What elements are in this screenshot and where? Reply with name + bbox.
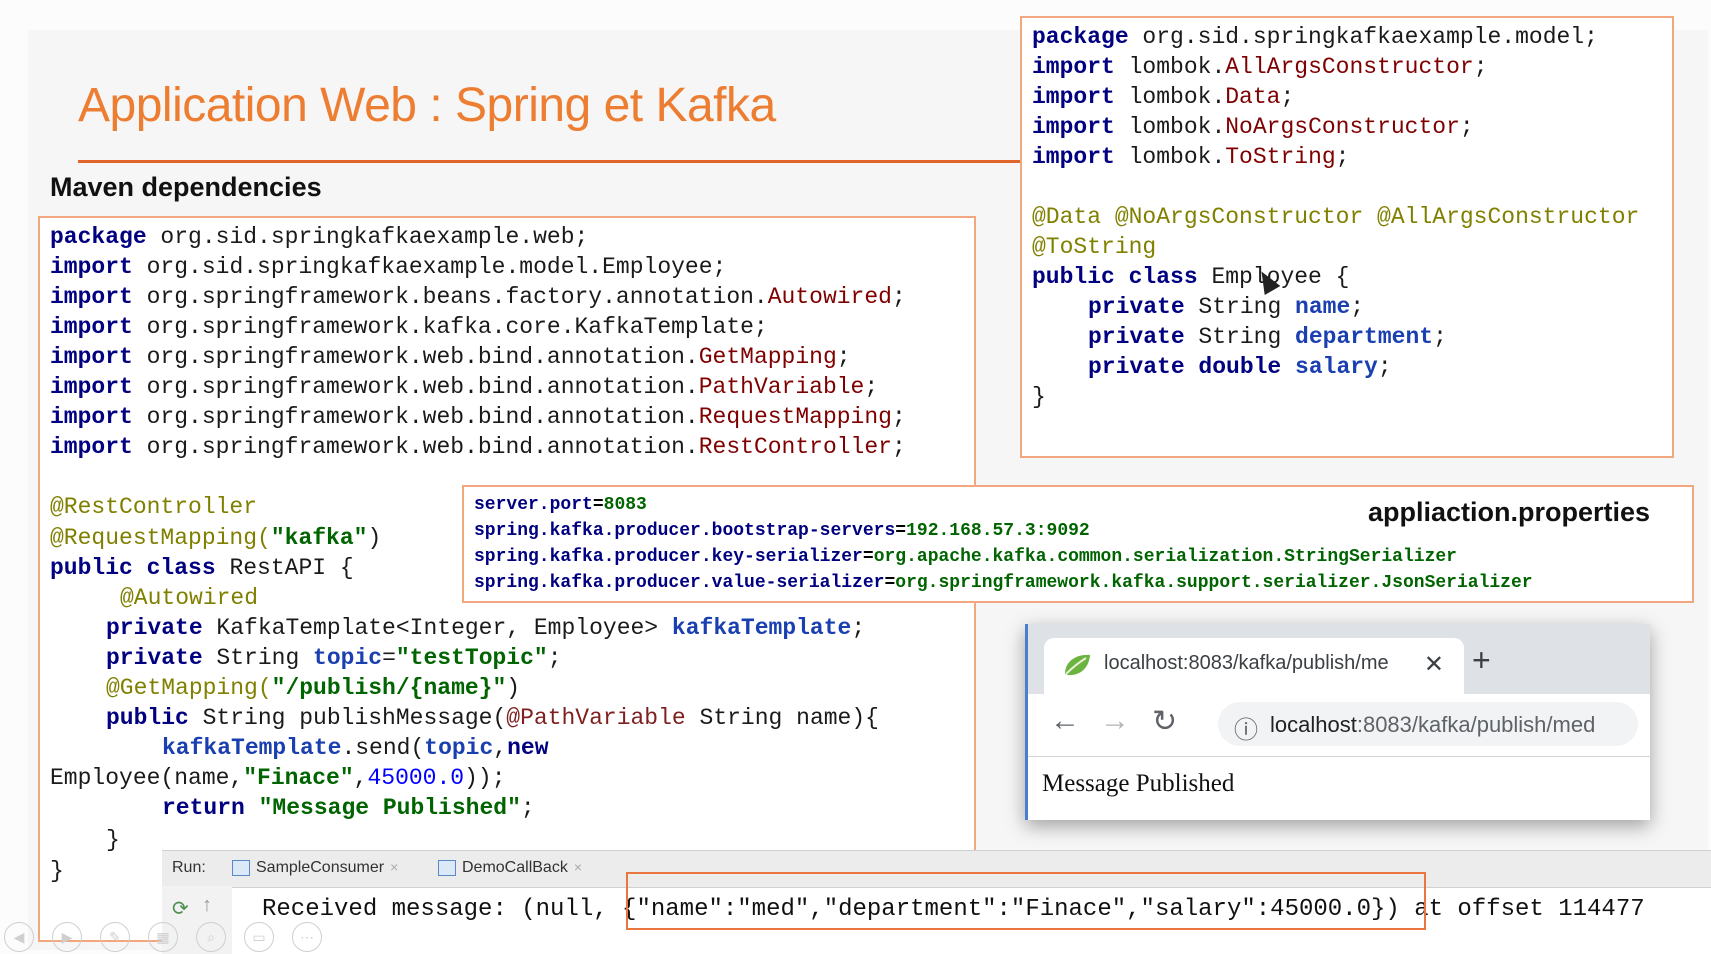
close-icon[interactable]: ×	[390, 859, 398, 875]
code-line: private String name;	[1088, 294, 1365, 320]
code-line: import org.springframework.web.bind.anno…	[50, 404, 906, 430]
code-line: kafkaTemplate.send(topic,new	[162, 735, 549, 761]
address-bar[interactable]: ⓘ localhost:8083/kafka/publish/med	[1218, 702, 1638, 746]
code-line: public class RestAPI {	[50, 555, 354, 581]
browser-window: localhost:8083/kafka/publish/me ✕ + ← → …	[1025, 624, 1650, 820]
screen-icon[interactable]: ▭	[244, 922, 274, 952]
new-tab-button[interactable]: +	[1472, 642, 1491, 679]
code-line: @RestController	[50, 494, 258, 520]
property-line: server.port=8083	[474, 495, 647, 515]
code-line: @Autowired	[120, 585, 259, 611]
code-line: import org.springframework.beans.factory…	[50, 284, 906, 310]
property-line: spring.kafka.producer.bootstrap-servers=…	[474, 521, 1090, 541]
code-line: }	[1032, 384, 1046, 410]
page-content-text: Message Published	[1042, 770, 1235, 797]
code-line: import org.springframework.web.bind.anno…	[50, 434, 906, 460]
pen-icon[interactable]: ✎	[100, 922, 130, 952]
title-underline	[78, 160, 1020, 163]
tab-title: localhost:8083/kafka/publish/me	[1104, 652, 1389, 674]
slides-icon[interactable]: ▦	[148, 922, 178, 952]
up-arrow-icon[interactable]: ↑	[202, 894, 212, 917]
code-line: public String publishMessage(@PathVariab…	[106, 705, 879, 731]
code-line: }	[106, 827, 120, 853]
code-line: import lombok.AllArgsConstructor;	[1032, 54, 1488, 80]
spring-leaf-icon	[1065, 654, 1090, 676]
back-icon[interactable]: ←	[1050, 704, 1080, 738]
code-line: @RequestMapping("kafka")	[50, 525, 382, 551]
slide-subtitle: Maven dependencies	[50, 172, 322, 202]
url-text: localhost:8083/kafka/publish/med	[1270, 712, 1596, 737]
reload-icon[interactable]: ↻	[1152, 704, 1177, 739]
browser-tab-bar: localhost:8083/kafka/publish/me ✕ +	[1028, 624, 1650, 694]
code-line: import org.springframework.web.bind.anno…	[50, 374, 879, 400]
console-tab-sampleconsumer[interactable]: SampleConsumer ×	[232, 859, 398, 877]
prev-slide-icon[interactable]: ◀	[4, 922, 34, 952]
code-line: Employee(name,"Finace",45000.0));	[50, 765, 506, 791]
property-line: spring.kafka.producer.value-serializer=o…	[474, 573, 1533, 593]
browser-toolbar: ← → ↻ ⓘ localhost:8083/kafka/publish/med	[1028, 694, 1650, 757]
code-line: import lombok.NoArgsConstructor;	[1032, 114, 1474, 140]
browser-tab[interactable]: localhost:8083/kafka/publish/me ✕	[1044, 638, 1464, 694]
employee-code-box: package org.sid.springkafkaexample.model…	[1020, 16, 1674, 458]
close-icon[interactable]: ✕	[1424, 650, 1444, 679]
next-slide-icon[interactable]: ▶	[52, 922, 82, 952]
property-line: spring.kafka.producer.key-serializer=org…	[474, 547, 1457, 567]
json-highlight-box	[626, 872, 1426, 930]
code-line: private double salary;	[1088, 354, 1392, 380]
forward-icon[interactable]: →	[1100, 704, 1130, 738]
close-icon[interactable]: ×	[574, 859, 582, 875]
console-tab-democallback[interactable]: DemoCallBack ×	[438, 859, 582, 877]
code-line: import org.sid.springkafkaexample.model.…	[50, 254, 727, 280]
application-properties-box: appliaction.properties server.port=8083 …	[462, 485, 1694, 603]
more-icon[interactable]: ⋯	[292, 922, 322, 952]
code-line: private String topic="testTopic";	[106, 645, 562, 671]
app-window-icon	[438, 859, 456, 876]
slide-controls: ◀ ▶ ✎ ▦ ⌕ ▭ ⋯	[0, 918, 360, 954]
code-line: package org.sid.springkafkaexample.web;	[50, 224, 589, 250]
code-line: import org.springframework.web.bind.anno…	[50, 344, 851, 370]
app-window-icon	[232, 859, 250, 876]
code-line: import lombok.Data;	[1032, 84, 1295, 110]
code-line: @Data @NoArgsConstructor @AllArgsConstru…	[1032, 204, 1640, 230]
code-line: import lombok.ToString;	[1032, 144, 1350, 170]
code-line: }	[50, 858, 64, 884]
code-line: private String department;	[1088, 324, 1447, 350]
code-line: @ToString	[1032, 234, 1157, 260]
run-label: Run:	[172, 859, 206, 876]
code-line: public class Employee {	[1032, 264, 1350, 290]
code-line: return "Message Published";	[162, 795, 535, 821]
properties-title: appliaction.properties	[1367, 497, 1650, 527]
code-line: import org.springframework.kafka.core.Ka…	[50, 314, 768, 340]
info-icon[interactable]: ⓘ	[1234, 710, 1258, 745]
code-line: package org.sid.springkafkaexample.model…	[1032, 24, 1598, 50]
code-line: @GetMapping("/publish/{name}")	[106, 675, 521, 701]
slide: Application Web : Spring et Kafka Maven …	[0, 0, 1711, 954]
zoom-icon[interactable]: ⌕	[196, 922, 226, 952]
slide-title: Application Web : Spring et Kafka	[78, 79, 776, 132]
